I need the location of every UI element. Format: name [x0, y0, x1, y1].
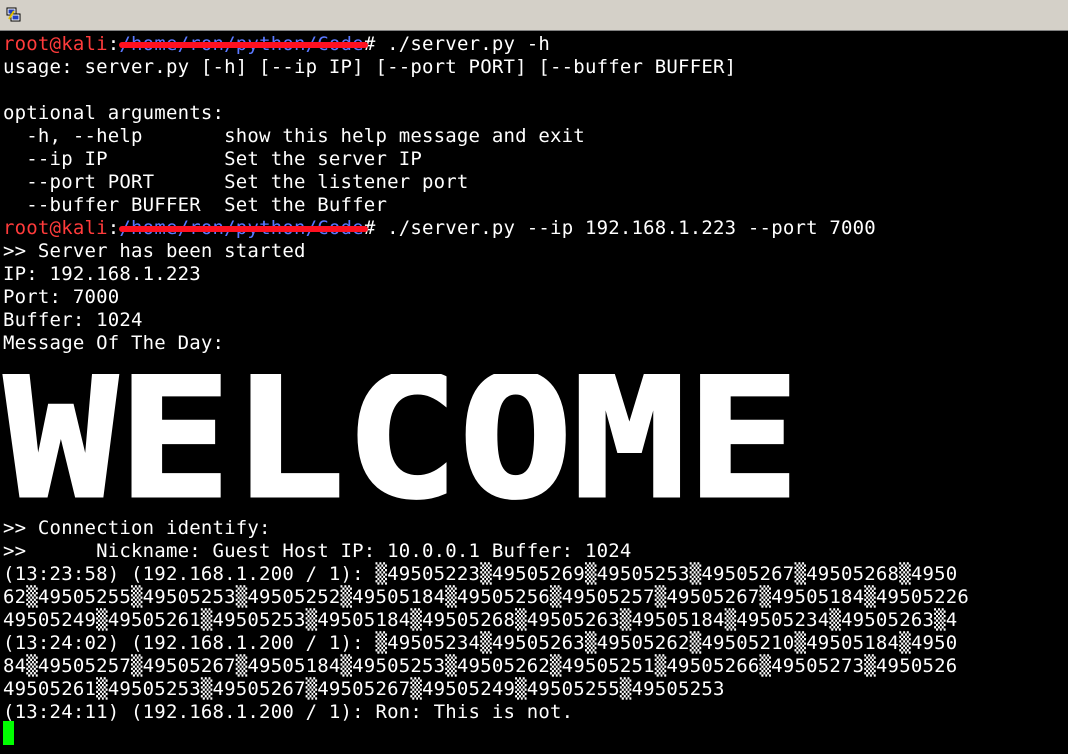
prompt-separator: :	[107, 33, 120, 55]
prompt-user: root@kali	[3, 33, 108, 55]
prompt-separator: :	[107, 217, 120, 239]
message-line: 49505261▒49505253▒49505267▒49505267▒4950…	[3, 678, 725, 700]
prompt-line-2: root@kali:/home/ron/python/Code# ./serve…	[3, 217, 876, 240]
server-buffer-line: Buffer: 1024	[3, 309, 143, 331]
option-line: --port PORT Set the listener port	[3, 171, 469, 193]
message-line: (13:24:02) (192.168.1.200 / 1): ▒4950523…	[3, 632, 958, 654]
message-line: 49505249▒49505261▒49505253▒49505184▒4950…	[3, 609, 958, 631]
putty-icon[interactable]	[6, 7, 21, 22]
message-line: (13:23:58) (192.168.1.200 / 1): ▒4950522…	[3, 563, 958, 585]
optional-args-header: optional arguments:	[3, 102, 225, 124]
message-line: (13:24:11) (192.168.1.200 / 1): Ron: Thi…	[3, 701, 574, 723]
prompt-path-redacted: /home/ron/python/Code	[119, 33, 368, 55]
connection-details-line: >> Nickname: Guest Host IP: 10.0.0.1 Buf…	[3, 540, 632, 562]
server-started-line: >> Server has been started	[3, 240, 306, 262]
option-line: -h, --help show this help message and ex…	[3, 125, 585, 147]
message-line: 62▒49505255▒49505253▒49505252▒49505184▒4…	[3, 586, 970, 608]
prompt-line-1: root@kali:/home/ron/python/Code# ./serve…	[3, 33, 550, 56]
title-bar	[0, 0, 1068, 31]
terminal-cursor	[3, 721, 14, 745]
command-text: ./server.py --ip 192.168.1.223 --port 70…	[375, 217, 876, 239]
option-line: --ip IP Set the server IP	[3, 148, 423, 170]
option-line: --buffer BUFFER Set the Buffer	[3, 194, 388, 216]
welcome-banner-text: WELCOME	[4, 374, 800, 514]
redaction-mark	[119, 42, 368, 48]
redaction-mark	[119, 226, 368, 232]
server-port-line: Port: 7000	[3, 286, 120, 308]
server-ip-line: IP: 192.168.1.223	[3, 263, 201, 285]
welcome-ascii-banner: WELCOME	[3, 374, 802, 514]
usage-line: usage: server.py [-h] [--ip IP] [--port …	[3, 56, 737, 78]
prompt-user: root@kali	[3, 217, 108, 239]
command-text: ./server.py -h	[375, 33, 551, 55]
prompt-path-redacted: /home/ron/python/Code	[119, 217, 368, 239]
terminal-output[interactable]: root@kali:/home/ron/python/Code# ./serve…	[0, 31, 1068, 754]
message-line: 84▒49505257▒49505267▒49505184▒49505253▒4…	[3, 655, 958, 677]
connection-identify-line: >> Connection identify:	[3, 517, 271, 539]
motd-line: Message Of The Day:	[3, 332, 225, 354]
